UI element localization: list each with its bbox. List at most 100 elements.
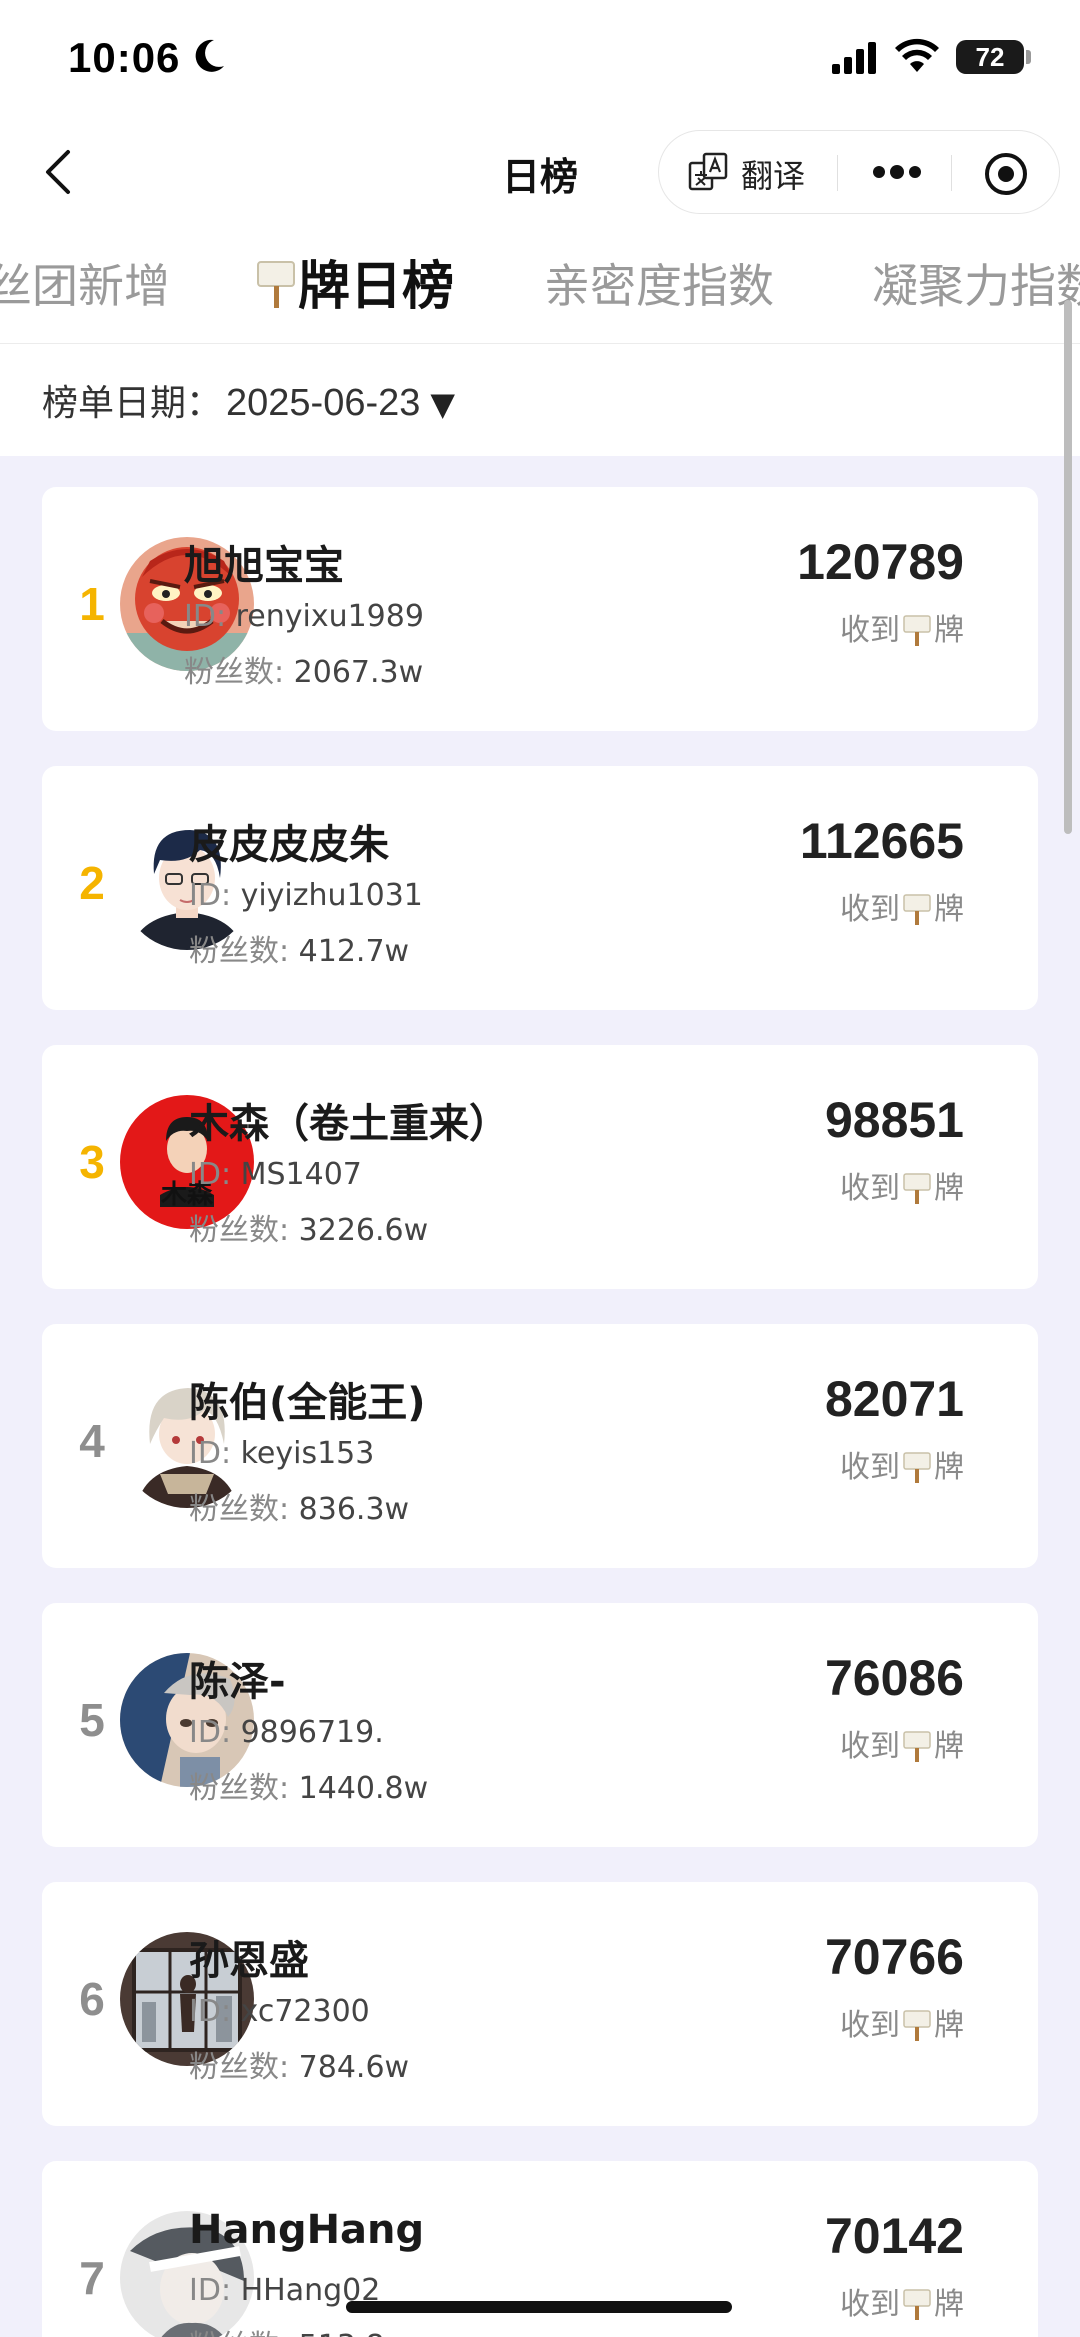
fan-count: 粉丝数: 3226.6w xyxy=(189,1205,428,1249)
ranking-card[interactable]: 1 旭旭宝宝 ID: renyixu1989 粉丝数: 2067.3w 1207… xyxy=(42,487,1038,731)
fan-count: 粉丝数: 2067.3w xyxy=(184,647,423,691)
sign-board-icon xyxy=(903,1731,931,1762)
streamer-name: 旭旭宝宝 xyxy=(184,543,344,589)
translate-button[interactable]: 翻译 xyxy=(741,151,805,197)
more-icon[interactable] xyxy=(869,157,925,187)
ranking-card[interactable]: 4 陈伯(全能王) ID: keyis153 粉丝数: 836.3w 82071… xyxy=(42,1324,1038,1568)
signal-icon xyxy=(832,42,876,74)
tab-label: 丝团新增 xyxy=(0,259,170,313)
translate-icon[interactable] xyxy=(687,151,729,193)
streamer-name: 木森（卷土重来） xyxy=(189,1101,509,1147)
ranking-card[interactable]: 3 木森 木森（卷土重来） ID: MS1407 粉丝数: 3226.6w 98… xyxy=(42,1045,1038,1289)
ranking-card[interactable]: 5 陈泽- ID: 9896719. 粉丝数: 1440.8w 76086 收到… xyxy=(42,1603,1038,1847)
capsule-divider xyxy=(837,155,838,191)
received-suffix: 牌 xyxy=(934,892,964,927)
fans-value: 3226.6w xyxy=(298,1213,429,1248)
sign-board-icon xyxy=(903,2010,931,2041)
fans-prefix: 粉丝数: xyxy=(189,1213,299,1248)
rank-number: 6 xyxy=(79,1973,105,2025)
sign-score: 120789 xyxy=(797,534,964,590)
fans-value: 1440.8w xyxy=(298,1771,429,1806)
battery-cap xyxy=(1026,50,1031,64)
sign-score: 112665 xyxy=(799,813,964,869)
streamer-id: ID: MS1407 xyxy=(189,1157,362,1192)
tab-label: 凝聚力指数 xyxy=(872,259,1080,313)
rank-number: 2 xyxy=(79,857,105,909)
rank-number: 3 xyxy=(79,1136,105,1188)
id-prefix: ID: xyxy=(189,2273,241,2308)
sign-board-icon xyxy=(903,894,931,925)
received-suffix: 牌 xyxy=(934,2287,964,2322)
wifi-icon xyxy=(895,38,939,72)
received-label: 收到牌 xyxy=(840,2000,964,2044)
id-value: keyis153 xyxy=(240,1436,375,1471)
received-prefix: 收到 xyxy=(840,613,900,648)
divider xyxy=(0,343,1080,344)
rank-number: 7 xyxy=(79,2252,105,2304)
fans-prefix: 粉丝数: xyxy=(184,655,294,690)
scrollbar[interactable] xyxy=(1064,300,1072,834)
capsule-divider xyxy=(951,155,952,191)
date-filter-label: 榜单日期： xyxy=(42,383,223,424)
close-target-icon[interactable] xyxy=(983,151,1029,197)
fan-count: 粉丝数: 412.7w xyxy=(189,926,409,970)
tab-intimacy-index[interactable]: 亲密度指数 xyxy=(544,250,774,316)
status-time: 10:06 xyxy=(68,34,181,81)
received-prefix: 收到 xyxy=(840,1729,900,1764)
rank-number: 4 xyxy=(79,1415,105,1467)
streamer-name: 陈泽- xyxy=(189,1659,286,1705)
page-title: 日榜 xyxy=(501,155,578,199)
fan-count: 粉丝数: 1440.8w xyxy=(189,1763,428,1807)
id-prefix: ID: xyxy=(184,599,236,634)
ranking-card[interactable]: 6 孙恩盛 ID: xc72300 粉丝数: 784.6w 70766 收到牌 xyxy=(42,1882,1038,2126)
back-icon[interactable] xyxy=(38,144,78,200)
sign-score: 98851 xyxy=(824,1092,964,1148)
streamer-id: ID: 9896719. xyxy=(189,1715,384,1750)
rank-number: 5 xyxy=(79,1694,105,1746)
received-suffix: 牌 xyxy=(934,2008,964,2043)
streamer-id: ID: xc72300 xyxy=(189,1994,370,2029)
fan-count: 粉丝数: 784.6w xyxy=(189,2042,409,2086)
home-indicator[interactable] xyxy=(346,2301,732,2313)
fans-prefix: 粉丝数: xyxy=(189,2329,299,2337)
streamer-name: 陈伯(全能王) xyxy=(189,1380,426,1426)
date-filter[interactable]: 榜单日期： 2025-06-23 ▼ xyxy=(42,374,455,426)
fans-prefix: 粉丝数: xyxy=(189,934,299,969)
fan-count: 粉丝数: 513.8w xyxy=(189,2321,409,2337)
tab-fan-growth[interactable]: 丝团新增 xyxy=(0,250,170,316)
fans-prefix: 粉丝数: xyxy=(189,1492,299,1527)
ranking-card[interactable]: 2 皮皮皮皮朱 ID: yiyizhu1031 粉丝数: 412.7w 1126… xyxy=(42,766,1038,1010)
sign-board-icon xyxy=(903,2289,931,2320)
id-value: 9896719. xyxy=(240,1715,384,1750)
id-value: xc72300 xyxy=(240,1994,370,2029)
sign-board-icon xyxy=(903,615,931,646)
fans-value: 784.6w xyxy=(298,2050,410,2085)
tab-cohesion-index[interactable]: 凝聚力指数 xyxy=(872,250,1080,316)
streamer-id: ID: renyixu1989 xyxy=(184,599,424,634)
id-value: yiyizhu1031 xyxy=(240,878,423,913)
sign-board-icon xyxy=(903,1452,931,1483)
tab-bar: 丝团新增 牌日榜 亲密度指数 凝聚力指数 xyxy=(0,240,1080,340)
streamer-id: ID: yiyizhu1031 xyxy=(189,878,423,913)
streamer-name: HangHang xyxy=(189,2207,425,2253)
received-prefix: 收到 xyxy=(840,2008,900,2043)
rank-number: 1 xyxy=(79,578,105,630)
tab-label: 牌日榜 xyxy=(298,257,455,317)
fans-prefix: 粉丝数: xyxy=(189,2050,299,2085)
received-prefix: 收到 xyxy=(840,1171,900,1206)
date-filter-value: 2025-06-23 xyxy=(226,382,421,424)
id-prefix: ID: xyxy=(189,1994,241,2029)
sign-score: 70142 xyxy=(824,2208,964,2264)
streamer-name: 皮皮皮皮朱 xyxy=(189,822,389,868)
fans-value: 2067.3w xyxy=(293,655,424,690)
fan-count: 粉丝数: 836.3w xyxy=(189,1484,409,1528)
received-prefix: 收到 xyxy=(840,892,900,927)
sign-score: 70766 xyxy=(824,1929,964,1985)
id-value: renyixu1989 xyxy=(235,599,424,634)
received-suffix: 牌 xyxy=(934,1729,964,1764)
sign-score: 76086 xyxy=(824,1650,964,1706)
status-bar: 10:06 72 xyxy=(0,0,1080,118)
id-prefix: ID: xyxy=(189,878,241,913)
tab-sign-daily[interactable]: 牌日榜 xyxy=(256,244,454,319)
received-label: 收到牌 xyxy=(840,605,964,649)
